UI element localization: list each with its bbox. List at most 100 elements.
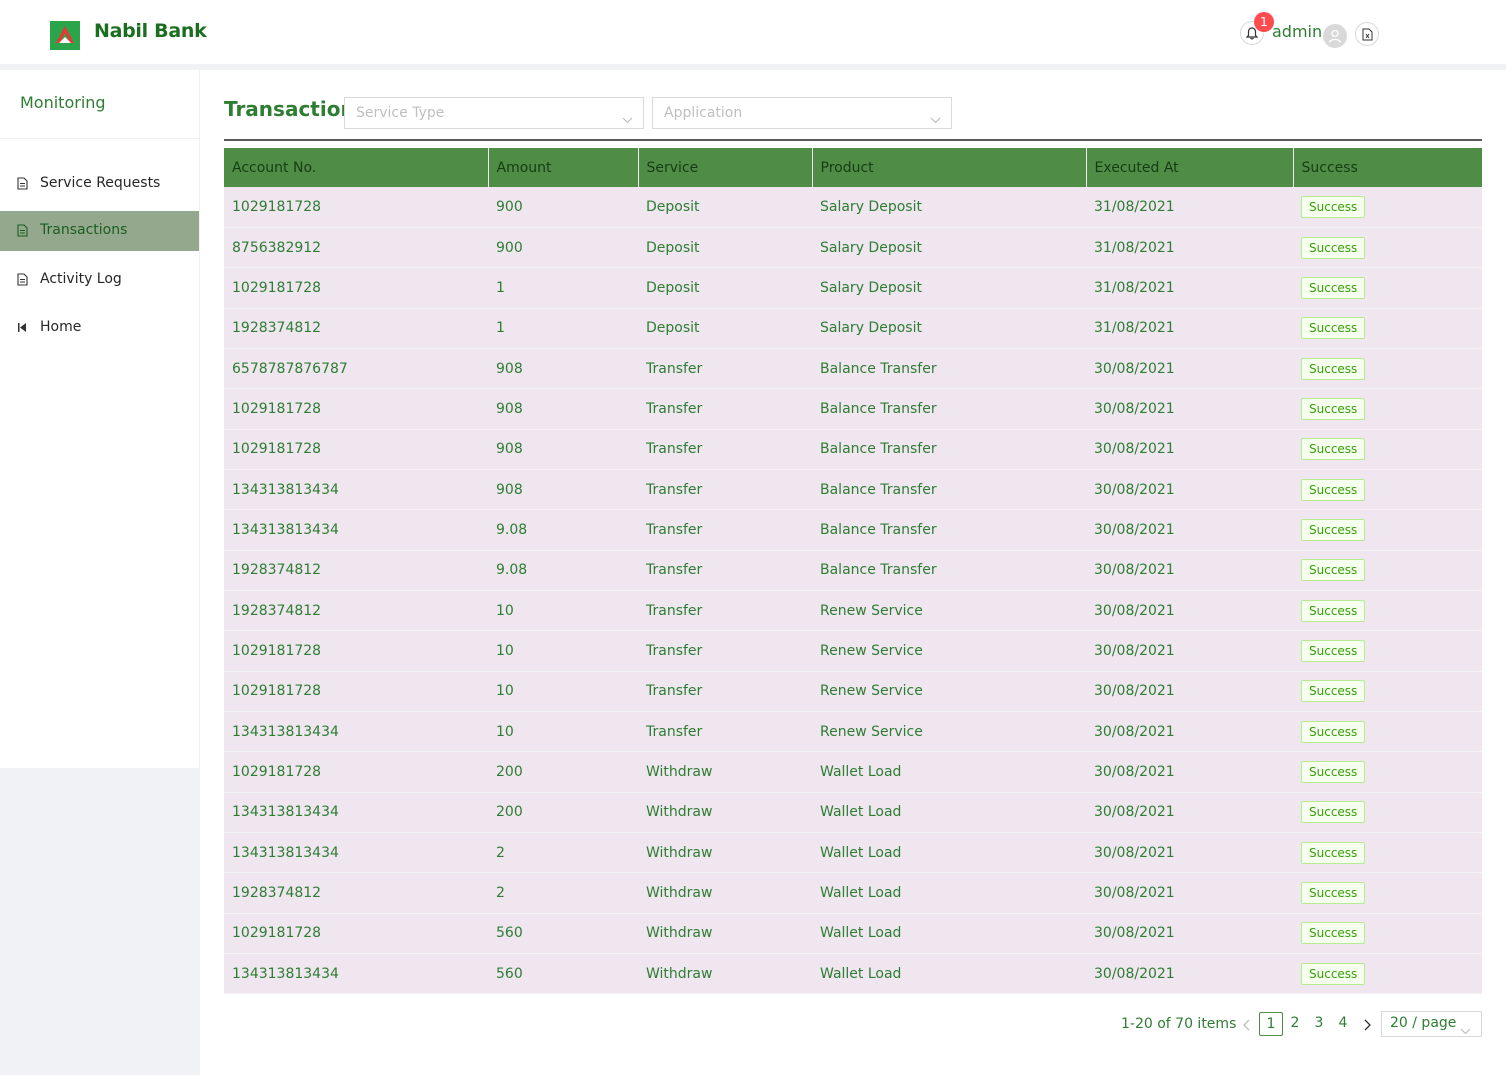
status-badge: Success: [1301, 599, 1366, 622]
cell-executed-at: 30/08/2021: [1086, 711, 1293, 753]
cell-success: Success: [1293, 550, 1482, 591]
pagination-next-icon[interactable]: [1359, 1017, 1375, 1033]
page-size-select[interactable]: 20 / page: [1381, 1011, 1482, 1037]
table-row[interactable]: 134313813434 2 Withdraw Wallet Load 30/08/20…: [224, 832, 1482, 874]
cell-service: Deposit: [638, 187, 812, 228]
cell-amount: 908: [488, 469, 638, 511]
cell-product: Renew Service: [812, 711, 1086, 753]
cell-product: Renew Service: [812, 630, 1086, 672]
cell-account-no: 8756382912: [224, 227, 488, 269]
cell-amount: 2: [488, 872, 638, 914]
status-badge: Success: [1301, 559, 1366, 582]
cell-success: Success: [1293, 267, 1482, 309]
status-badge: Success: [1301, 438, 1366, 461]
sidebar-item-service-requests[interactable]: Service Requests: [0, 164, 199, 204]
pagination-prev-icon[interactable]: [1239, 1017, 1255, 1033]
cell-amount: 10: [488, 630, 638, 672]
cell-success: Success: [1293, 751, 1482, 793]
status-badge: Success: [1301, 639, 1366, 662]
column-header-success[interactable]: Success: [1293, 148, 1482, 187]
table-row[interactable]: 1029181728 10 Transfer Renew Service 30/08/2…: [224, 671, 1482, 712]
cell-amount: 2: [488, 832, 638, 874]
cell-amount: 560: [488, 953, 638, 995]
column-header-account-no[interactable]: Account No.: [224, 148, 489, 187]
cell-success: Success: [1293, 832, 1482, 874]
cell-executed-at: 30/08/2021: [1086, 429, 1293, 470]
table-row[interactable]: 1029181728 908 Transfer Balance Transfer 30/…: [224, 429, 1482, 470]
table-row[interactable]: 1029181728 10 Transfer Renew Service 30/08/2…: [224, 630, 1482, 672]
cell-account-no: 6578787876787: [224, 348, 488, 390]
table-row[interactable]: 1029181728 900 Deposit Salary Deposit 31/08/…: [224, 187, 1482, 228]
status-badge: Success: [1301, 518, 1366, 541]
column-header-amount[interactable]: Amount: [488, 148, 639, 187]
table-row[interactable]: 1029181728 908 Transfer Balance Transfer 30/…: [224, 388, 1482, 430]
status-badge: Success: [1301, 882, 1366, 905]
cell-executed-at: 30/08/2021: [1086, 469, 1293, 511]
cell-amount: 10: [488, 671, 638, 712]
status-badge: Success: [1301, 195, 1366, 218]
table-row[interactable]: 1029181728 200 Withdraw Wallet Load 30/08/20…: [224, 751, 1482, 793]
pagination-page-2[interactable]: 2: [1283, 1012, 1307, 1036]
file-icon: [17, 177, 28, 194]
table-row[interactable]: 1928374812 9.08 Transfer Balance Transfer 30…: [224, 550, 1482, 591]
top-header: Nabil Bank 1 admin: [0, 0, 1506, 64]
username-label[interactable]: admin: [1272, 22, 1322, 41]
table-row[interactable]: 134313813434 9.08 Transfer Balance Transfer…: [224, 509, 1482, 551]
column-header-service[interactable]: Service: [638, 148, 813, 187]
cell-service: Transfer: [638, 509, 812, 551]
cell-executed-at: 30/08/2021: [1086, 348, 1293, 390]
column-header-executed-at[interactable]: Executed At: [1086, 148, 1294, 187]
table-row[interactable]: 8756382912 900 Deposit Salary Deposit 31/08/…: [224, 227, 1482, 269]
cell-product: Balance Transfer: [812, 348, 1086, 390]
cell-amount: 900: [488, 187, 638, 228]
pagination-page-4[interactable]: 4: [1331, 1012, 1355, 1036]
status-badge: Success: [1301, 236, 1366, 259]
cell-product: Balance Transfer: [812, 509, 1086, 551]
cell-account-no: 134313813434: [224, 509, 488, 551]
cell-product: Wallet Load: [812, 872, 1086, 914]
cell-success: Success: [1293, 227, 1482, 269]
cell-service: Transfer: [638, 388, 812, 430]
pagination-page-3[interactable]: 3: [1307, 1012, 1331, 1036]
cell-amount: 200: [488, 751, 638, 793]
pagination-page-1[interactable]: 1: [1259, 1012, 1283, 1036]
application-select[interactable]: Application: [652, 97, 952, 129]
cell-account-no: 1928374812: [224, 590, 488, 632]
cell-service: Deposit: [638, 227, 812, 269]
notification-badge: 1: [1254, 12, 1274, 32]
cell-product: Salary Deposit: [812, 308, 1086, 349]
user-avatar-icon[interactable]: [1323, 24, 1347, 48]
cell-service: Transfer: [638, 711, 812, 753]
cell-success: Success: [1293, 711, 1482, 753]
cell-amount: 900: [488, 227, 638, 269]
cell-product: Salary Deposit: [812, 267, 1086, 309]
service-type-select[interactable]: Service Type: [344, 97, 644, 129]
sidebar-item-transactions[interactable]: Transactions: [0, 211, 199, 251]
cell-success: Success: [1293, 509, 1482, 551]
table-row[interactable]: 1928374812 2 Withdraw Wallet Load 30/08/2021…: [224, 872, 1482, 914]
table-row[interactable]: 134313813434 10 Transfer Renew Service 30/08…: [224, 711, 1482, 753]
cell-account-no: 1029181728: [224, 630, 488, 672]
sidebar-panel: Monitoring Service Requests Transactions…: [0, 70, 200, 768]
table-row[interactable]: 1029181728 560 Withdraw Wallet Load 30/08/20…: [224, 913, 1482, 955]
table-row[interactable]: 6578787876787 908 Transfer Balance Transfer…: [224, 348, 1482, 390]
table-row[interactable]: 1928374812 1 Deposit Salary Deposit 31/08/20…: [224, 308, 1482, 349]
export-file-icon[interactable]: [1355, 22, 1379, 46]
table-row[interactable]: 134313813434 560 Withdraw Wallet Load 30/08/…: [224, 953, 1482, 995]
column-header-product[interactable]: Product: [812, 148, 1087, 187]
cell-service: Transfer: [638, 630, 812, 672]
sidebar-item-home[interactable]: Home: [0, 308, 199, 348]
table-header-row: Account No. Amount Service Product Execu…: [224, 148, 1482, 187]
table-row[interactable]: 134313813434 908 Transfer Balance Transfer 3…: [224, 469, 1482, 511]
table-row[interactable]: 134313813434 200 Withdraw Wallet Load 30/08/…: [224, 792, 1482, 834]
cell-executed-at: 30/08/2021: [1086, 953, 1293, 995]
table-row[interactable]: 1928374812 10 Transfer Renew Service 30/08/2…: [224, 590, 1482, 632]
cell-amount: 908: [488, 388, 638, 430]
cell-product: Balance Transfer: [812, 550, 1086, 591]
title-divider: [224, 139, 1482, 141]
cell-executed-at: 30/08/2021: [1086, 550, 1293, 591]
sidebar-item-activity-log[interactable]: Activity Log: [0, 260, 199, 300]
file-icon: [17, 224, 28, 241]
cell-success: Success: [1293, 388, 1482, 430]
table-row[interactable]: 1029181728 1 Deposit Salary Deposit 31/08/20…: [224, 267, 1482, 309]
